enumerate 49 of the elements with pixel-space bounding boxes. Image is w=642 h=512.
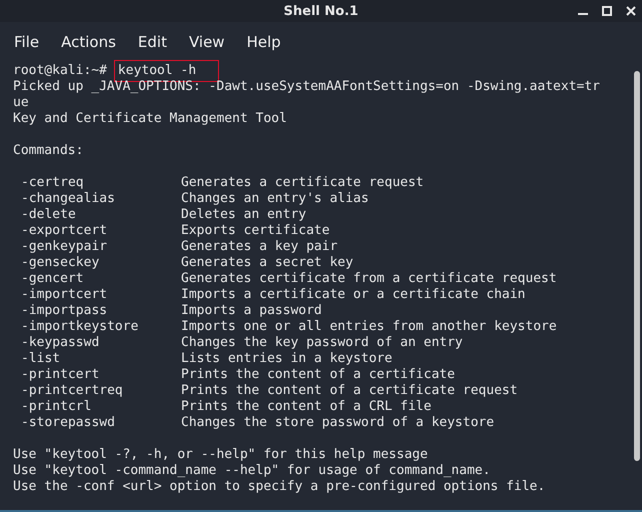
menu-item[interactable]: File xyxy=(14,33,40,51)
output-line: Use "keytool -command_name --help" for usage of command_name. xyxy=(13,463,490,479)
command-name: -certreq xyxy=(21,175,85,191)
command-name: -genkeypair xyxy=(21,239,108,255)
command-name: -genseckey xyxy=(21,255,100,271)
command-description: Prints the content of a CRL file xyxy=(181,399,432,415)
command-name: -printcrl xyxy=(21,399,92,415)
command-description: Exports certificate xyxy=(181,223,330,239)
command-description: Imports a password xyxy=(181,303,322,319)
command-name: -storepasswd xyxy=(21,415,116,431)
command-name: -importcert xyxy=(21,287,108,303)
command-description: Generates certificate from a certificate request xyxy=(181,271,557,287)
command-name: -changealias xyxy=(21,191,116,207)
section-heading: Commands: xyxy=(13,143,84,159)
close-icon[interactable] xyxy=(626,6,636,16)
command-description: Generates a secret key xyxy=(181,255,354,271)
maximize-icon[interactable] xyxy=(602,6,612,16)
command-description: Changes an entry's alias xyxy=(181,191,369,207)
command-name: -printcert xyxy=(21,367,100,383)
menu-item[interactable]: Edit xyxy=(138,33,167,51)
scrollbar-thumb[interactable] xyxy=(634,71,640,461)
command-description: Changes the key password of an entry xyxy=(181,335,463,351)
command-description: Generates a certificate request xyxy=(181,175,424,191)
command-name: -gencert xyxy=(21,271,85,287)
command-description: Generates a key pair xyxy=(181,239,338,255)
command-description: Deletes an entry xyxy=(181,207,306,223)
command-name: -printcertreq xyxy=(21,383,124,399)
command-description: Imports one or all entries from another keystore xyxy=(181,319,557,335)
output-line: ue xyxy=(13,95,29,111)
menu-item[interactable]: Help xyxy=(246,33,281,51)
menu-item[interactable]: Actions xyxy=(61,33,116,51)
command-name: -list xyxy=(21,351,62,367)
output-line: Use "keytool -?, -h, or --help" for this help message xyxy=(13,447,428,463)
menu-item[interactable]: View xyxy=(188,33,225,51)
command-name: -delete xyxy=(21,207,77,223)
command-description: Prints the content of a certificate request xyxy=(181,383,518,399)
output-line: Use the -conf <url> option to specify a pre-configured options file. xyxy=(13,479,546,495)
command-description: Imports a certificate or a certificate chain xyxy=(181,287,526,303)
command-name: -importpass xyxy=(21,303,108,319)
command-name: -exportcert xyxy=(21,223,108,239)
command-name: -keypasswd xyxy=(21,335,100,351)
command-name: -importkeystore xyxy=(21,319,140,335)
window-title: Shell No.1 xyxy=(284,4,358,18)
command-description: Prints the content of a certificate xyxy=(181,367,455,383)
command-description: Lists entries in a keystore xyxy=(181,351,392,367)
output-line: Key and Certificate Management Tool xyxy=(13,111,287,127)
command-description: Changes the store password of a keystore xyxy=(181,415,494,431)
output-line: Picked up _JAVA_OPTIONS: -Dawt.useSystemAAFontSettings=on -Dswing.aatext=tr xyxy=(13,79,600,95)
prompt: root@kali:~# xyxy=(13,63,107,79)
